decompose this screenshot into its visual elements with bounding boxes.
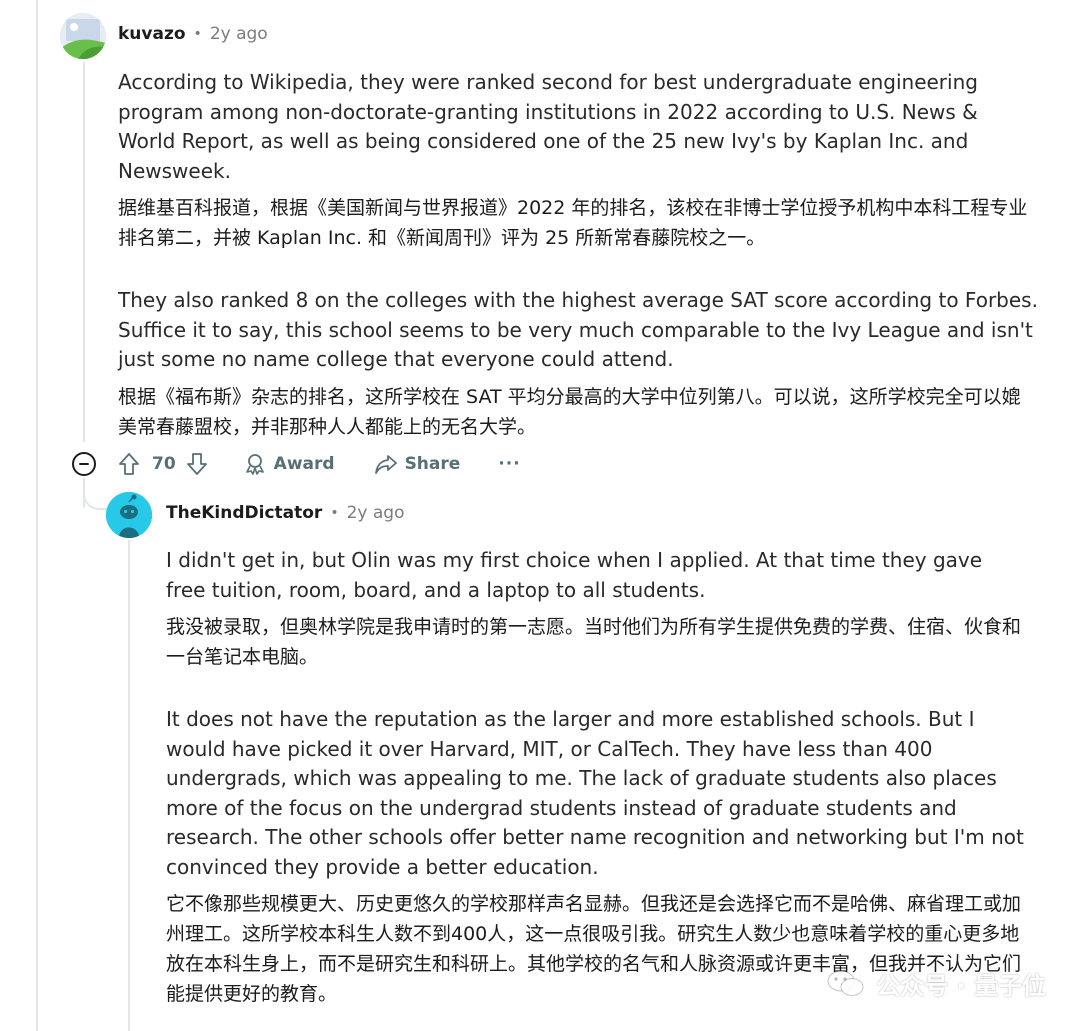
- comment-body: According to Wikipedia, they were ranked…: [118, 68, 1048, 442]
- thread-line-comment1[interactable]: [83, 62, 85, 442]
- upvote-button[interactable]: [116, 451, 142, 477]
- downvote-button[interactable]: [184, 451, 210, 477]
- downvote-arrow-icon: [186, 453, 207, 475]
- comment-actions: 70 Award Share ···: [116, 447, 521, 481]
- vote-score: 70: [152, 454, 176, 474]
- thread-curve: [83, 480, 107, 510]
- watermark-text: 公众号 · 量子位: [876, 972, 1046, 1000]
- award-icon: [245, 454, 264, 475]
- watermark: 公众号 · 量子位: [826, 966, 1046, 1001]
- snoo-avatar-icon: [106, 492, 152, 538]
- share-icon: [374, 455, 397, 474]
- comment-paragraph-zh: 我没被录取，但奥林学院是我申请时的第一志愿。当时他们为所有学生提供免费的学费、住…: [166, 616, 1022, 668]
- comment-paragraph-zh: 根据《福布斯》杂志的排名，这所学校在 SAT 平均分最高的大学中位列第八。可以说…: [118, 385, 1021, 438]
- comment-paragraph-en: I didn't get in, but Olin was my first c…: [166, 548, 983, 602]
- username[interactable]: kuvazo: [118, 24, 186, 44]
- avatar[interactable]: [106, 492, 152, 538]
- comment-paragraph-en: It does not have the reputation as the l…: [166, 707, 1024, 879]
- timestamp[interactable]: 2y ago: [210, 24, 268, 44]
- thread-line-outer: [36, 0, 38, 1031]
- upvote-arrow-icon: [119, 453, 139, 475]
- share-button[interactable]: Share: [374, 453, 461, 475]
- thread-line-comment2[interactable]: [128, 540, 130, 1031]
- comment-paragraph-en: According to Wikipedia, they were ranked…: [118, 70, 978, 183]
- award-label: Award: [273, 454, 335, 474]
- share-label: Share: [404, 454, 461, 474]
- separator-dot: •: [193, 26, 202, 42]
- comment-header: kuvazo • 2y ago: [118, 22, 268, 46]
- comment-paragraph-en: They also ranked 8 on the colleges with …: [118, 288, 1038, 371]
- comment-header: TheKindDictator • 2y ago: [166, 501, 404, 525]
- default-landscape-avatar-icon: [60, 13, 106, 59]
- comment-paragraph-zh: 据维基百科报道，根据《美国新闻与世界报道》2022 年的排名，该校在非博士学位授…: [118, 197, 1028, 249]
- wechat-icon: [827, 970, 864, 996]
- more-options-button[interactable]: ···: [498, 454, 520, 474]
- minus-icon: [79, 463, 89, 465]
- separator-dot: •: [330, 505, 339, 521]
- award-button[interactable]: Award: [244, 453, 335, 475]
- collapse-thread-button[interactable]: [72, 452, 96, 476]
- timestamp[interactable]: 2y ago: [347, 503, 405, 523]
- username[interactable]: TheKindDictator: [166, 503, 322, 523]
- avatar[interactable]: [60, 13, 106, 59]
- comment-body: I didn't get in, but Olin was my first c…: [166, 546, 1046, 1009]
